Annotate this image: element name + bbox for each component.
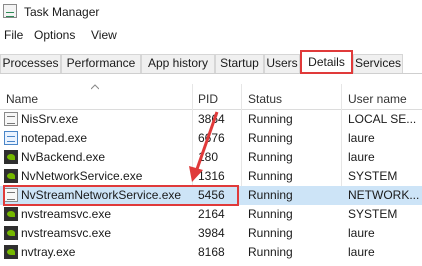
process-status: Running xyxy=(248,226,293,240)
menu-file[interactable]: File xyxy=(4,28,23,42)
process-user: laure xyxy=(348,245,375,259)
tab-processes[interactable]: Processes xyxy=(0,54,61,73)
process-status: Running xyxy=(248,131,293,145)
table-row[interactable]: notepad.exe 6676 Running laure xyxy=(0,129,422,148)
process-name: NvNetworkService.exe xyxy=(21,169,143,183)
process-pid: 180 xyxy=(198,150,219,164)
table-row[interactable]: nvstreamsvc.exe 3984 Running laure xyxy=(0,224,422,243)
process-user: LOCAL SE... xyxy=(348,112,417,126)
process-status: Running xyxy=(248,188,293,202)
process-name: NisSrv.exe xyxy=(21,112,79,126)
table-row[interactable]: NisSrv.exe 3864 Running LOCAL SE... xyxy=(0,110,422,129)
notepad-icon xyxy=(4,131,18,145)
window-title: Task Manager xyxy=(24,5,100,19)
column-name-header[interactable]: Name xyxy=(6,92,38,106)
process-user: SYSTEM xyxy=(348,169,398,183)
table-header: Name PID Status User name xyxy=(0,84,422,110)
tab-app-history[interactable]: App history xyxy=(141,54,215,73)
tab-details[interactable]: Details xyxy=(300,50,353,74)
column-user-header[interactable]: User name xyxy=(348,92,407,106)
menu-options[interactable]: Options xyxy=(34,28,75,42)
process-name: nvstreamsvc.exe xyxy=(21,207,112,221)
process-pid: 3864 xyxy=(198,112,225,126)
process-status: Running xyxy=(248,112,293,126)
process-name: nvstreamsvc.exe xyxy=(21,226,112,240)
process-user: laure xyxy=(348,131,375,145)
column-status-header[interactable]: Status xyxy=(248,92,282,106)
process-name: nvtray.exe xyxy=(21,245,76,259)
process-pid: 6676 xyxy=(198,131,225,145)
process-status: Running xyxy=(248,169,293,183)
process-pid: 2164 xyxy=(198,207,225,221)
nvidia-icon xyxy=(4,150,18,164)
tab-users[interactable]: Users xyxy=(264,54,300,73)
tab-bar: Processes Performance App history Startu… xyxy=(0,50,422,74)
tab-performance[interactable]: Performance xyxy=(61,54,141,73)
annotation-highlight-box xyxy=(3,185,239,206)
table-row[interactable]: nvtray.exe 8168 Running laure xyxy=(0,243,422,262)
task-manager-icon xyxy=(3,4,17,18)
process-user: laure xyxy=(348,150,375,164)
process-status: Running xyxy=(248,150,293,164)
generic-process-icon xyxy=(4,112,18,126)
nvidia-icon xyxy=(4,169,18,183)
tab-services[interactable]: Services xyxy=(353,54,403,73)
process-user: laure xyxy=(348,226,375,240)
process-pid: 1316 xyxy=(198,169,225,183)
table-row[interactable]: NvNetworkService.exe 1316 Running SYSTEM xyxy=(0,167,422,186)
process-status: Running xyxy=(248,207,293,221)
menu-view[interactable]: View xyxy=(91,28,117,42)
title-bar: Task Manager xyxy=(0,0,422,24)
process-pid: 3984 xyxy=(198,226,225,240)
process-status: Running xyxy=(248,245,293,259)
process-name: NvBackend.exe xyxy=(21,150,106,164)
column-pid-header[interactable]: PID xyxy=(198,92,218,106)
tab-startup[interactable]: Startup xyxy=(215,54,264,73)
table-row[interactable]: nvstreamsvc.exe 2164 Running SYSTEM xyxy=(0,205,422,224)
table-row[interactable]: NvBackend.exe 180 Running laure xyxy=(0,148,422,167)
nvidia-icon xyxy=(4,226,18,240)
nvidia-icon xyxy=(4,207,18,221)
process-user: NETWORK... xyxy=(348,188,420,202)
nvidia-icon xyxy=(4,245,18,259)
process-user: SYSTEM xyxy=(348,207,398,221)
process-name: notepad.exe xyxy=(21,131,88,145)
process-pid: 8168 xyxy=(198,245,225,259)
